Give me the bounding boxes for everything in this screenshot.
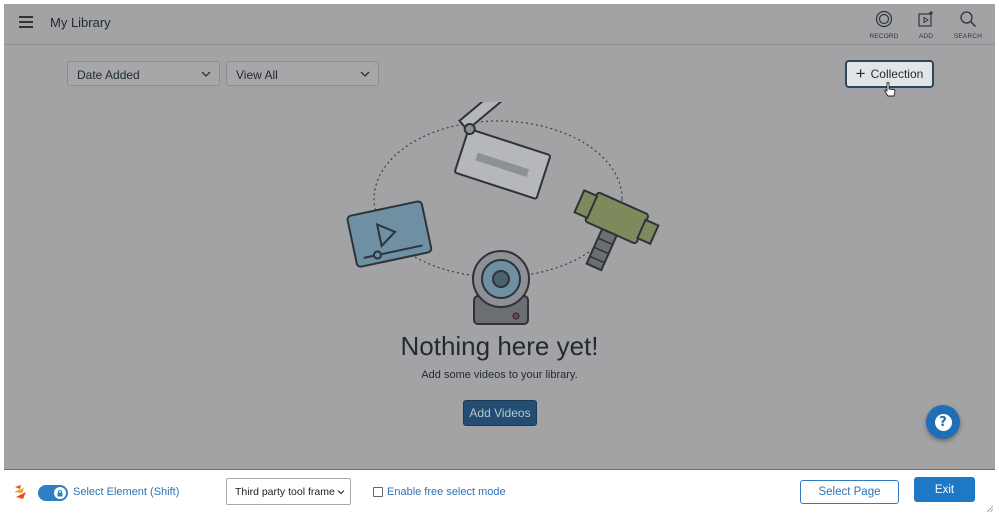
free-select-checkbox[interactable] [373,487,383,497]
record-button[interactable]: RECORD [863,8,905,42]
sort-select-value: Date Added [77,68,140,82]
empty-state-illustration [346,102,660,325]
collection-button-label: Collection [870,67,924,81]
view-select-value: View All [236,68,278,82]
video-player-icon [346,200,433,268]
top-actions: RECORD ADD SEARCH [863,8,989,42]
help-button[interactable]: ? [926,405,960,439]
frame-select[interactable]: Third party tool frame [226,478,351,505]
free-select-label[interactable]: Enable free select mode [387,486,506,498]
chevron-down-icon [360,71,370,77]
frame-select-value: Third party tool frame [235,486,335,498]
chevron-down-icon [337,490,345,495]
hamburger-menu-icon[interactable] [19,16,33,28]
empty-state-title: Nothing here yet! [400,331,599,361]
clapperboard-icon [454,102,552,200]
video-camera-icon [573,189,660,272]
hand-cursor-icon [884,82,896,97]
top-bar: My Library RECORD ADD SEARCH [4,4,995,45]
page-title: My Library [50,15,111,30]
select-element-toggle[interactable] [38,485,68,501]
select-element-label: Select Element (Shift) [73,486,180,498]
add-video-icon [918,11,933,27]
picker-logo-icon [14,485,26,499]
webcam-icon [472,250,530,325]
add-videos-button[interactable]: Add Videos [463,400,537,426]
plus-icon: + [855,64,866,83]
lock-icon [57,489,63,497]
resize-corner-icon [987,506,993,512]
add-button[interactable]: ADD [905,8,947,42]
element-picker-bar: Select Element (Shift) Third party tool … [4,469,995,513]
view-select[interactable]: View All [226,61,379,86]
chevron-down-icon [201,71,211,77]
search-label: SEARCH [953,33,983,40]
empty-state-subtitle: Add some videos to your library. [421,369,578,381]
record-label: RECORD [869,33,899,40]
question-mark-icon: ? [934,413,952,431]
select-page-button[interactable]: Select Page [800,480,899,504]
add-label: ADD [918,33,934,40]
search-icon [960,11,977,28]
app-frame: My Library RECORD ADD SEARCH Date Added … [4,4,995,470]
exit-button[interactable]: Exit [914,477,975,502]
record-icon [875,10,893,28]
search-button[interactable]: SEARCH [947,8,989,42]
sort-select[interactable]: Date Added [67,61,220,86]
